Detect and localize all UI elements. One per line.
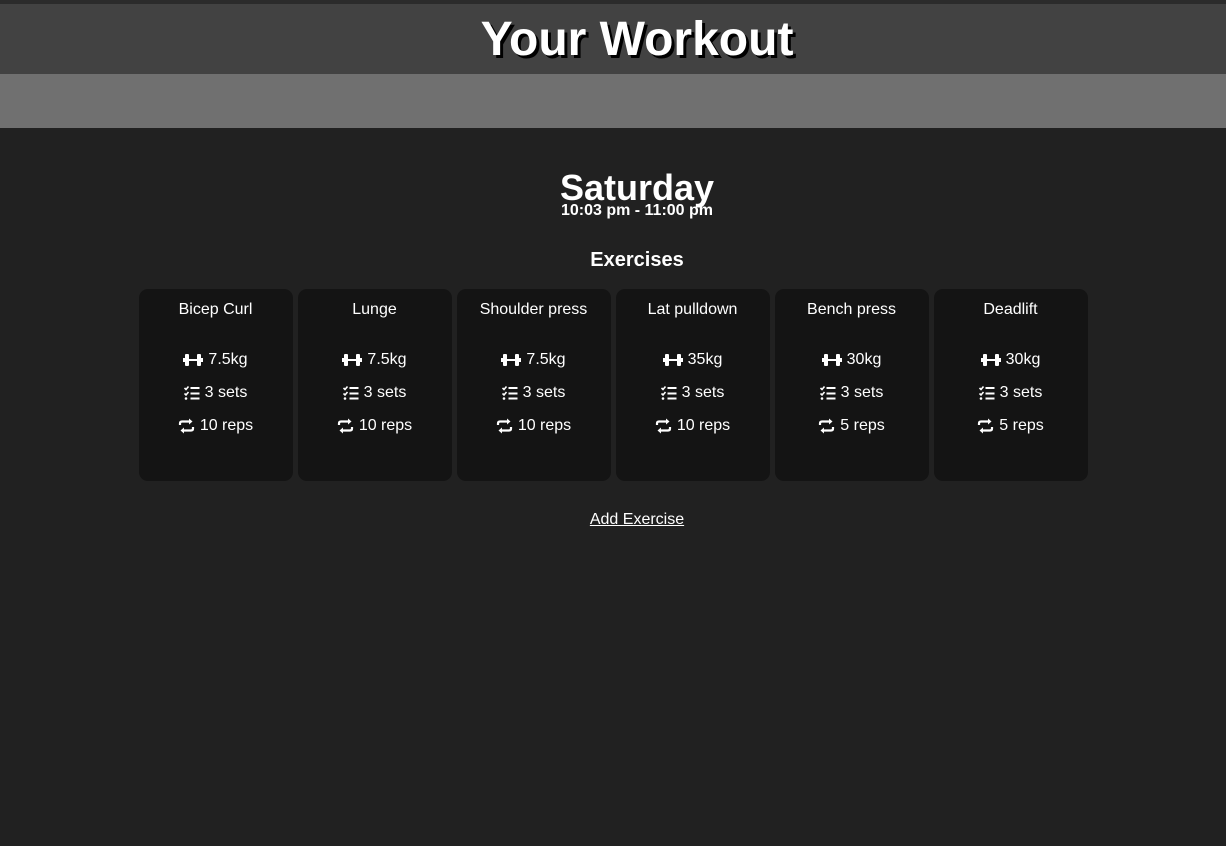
- exercise-reps: 5 reps: [934, 416, 1088, 449]
- main-content: Saturday 10:03 pm - 11:00 pm Exercises B…: [24, 166, 1226, 529]
- list-check-icon: [660, 383, 677, 401]
- repeat-icon: [977, 416, 994, 434]
- exercise-sets: 3 sets: [457, 383, 611, 416]
- exercise-weight: 7.5kg: [457, 350, 611, 383]
- exercise-sets: 3 sets: [775, 383, 929, 416]
- repeat-icon: [496, 416, 513, 434]
- weight-value: 7.5kg: [526, 351, 566, 368]
- exercise-name: Shoulder press: [479, 301, 588, 318]
- exercise-card[interactable]: Deadlift 30kg 3 sets 5 reps: [933, 289, 1088, 481]
- exercise-weight: 7.5kg: [139, 350, 293, 383]
- add-exercise-link[interactable]: Add Exercise: [590, 511, 684, 529]
- exercise-card[interactable]: Lunge 7.5kg 3 sets 10 reps: [297, 289, 452, 481]
- list-check-icon: [819, 383, 836, 401]
- reps-value: 10 reps: [676, 417, 731, 434]
- exercise-sets: 3 sets: [616, 383, 770, 416]
- exercise-name: Deadlift: [983, 301, 1038, 318]
- exercise-sets: 3 sets: [139, 383, 293, 416]
- repeat-icon: [178, 416, 195, 434]
- dumbbell-icon: [980, 350, 1001, 368]
- exercise-reps: 10 reps: [139, 416, 293, 449]
- sets-value: 3 sets: [522, 384, 566, 401]
- exercise-reps: 10 reps: [616, 416, 770, 449]
- list-check-icon: [501, 383, 518, 401]
- exercise-weight: 30kg: [775, 350, 929, 383]
- weight-value: 7.5kg: [208, 351, 248, 368]
- repeat-icon: [337, 416, 354, 434]
- repeat-icon: [655, 416, 672, 434]
- exercise-reps: 10 reps: [457, 416, 611, 449]
- sets-value: 3 sets: [999, 384, 1043, 401]
- page-title: Your Workout: [480, 12, 794, 66]
- weight-value: 7.5kg: [367, 351, 407, 368]
- exercise-card[interactable]: Shoulder press 7.5kg 3 sets 10 reps: [456, 289, 611, 481]
- exercise-reps: 10 reps: [298, 416, 452, 449]
- weight-value: 35kg: [687, 351, 723, 368]
- sets-value: 3 sets: [681, 384, 725, 401]
- exercise-name: Bench press: [807, 301, 896, 318]
- reps-value: 10 reps: [358, 417, 413, 434]
- reps-value: 5 reps: [840, 417, 885, 434]
- exercise-weight: 30kg: [934, 350, 1088, 383]
- sets-value: 3 sets: [204, 384, 248, 401]
- reps-value: 10 reps: [199, 417, 254, 434]
- dumbbell-icon: [342, 350, 363, 368]
- exercise-name: Lunge: [352, 301, 397, 318]
- list-check-icon: [183, 383, 200, 401]
- repeat-icon: [818, 416, 835, 434]
- exercise-weight: 7.5kg: [298, 350, 452, 383]
- sets-value: 3 sets: [363, 384, 407, 401]
- exercise-card[interactable]: Bicep Curl 7.5kg 3 sets 10 reps: [138, 289, 293, 481]
- workout-time: 10:03 pm - 11:00 pm: [560, 202, 714, 219]
- exercise-list: Bicep Curl 7.5kg 3 sets 10 reps Lunge 7.…: [0, 289, 1226, 481]
- sets-value: 3 sets: [840, 384, 884, 401]
- header: Your Workout: [0, 4, 1226, 74]
- exercise-reps: 5 reps: [775, 416, 929, 449]
- exercise-name: Bicep Curl: [178, 301, 253, 318]
- dumbbell-icon: [183, 350, 204, 368]
- exercise-sets: 3 sets: [298, 383, 452, 416]
- list-check-icon: [342, 383, 359, 401]
- exercise-sets: 3 sets: [934, 383, 1088, 416]
- sub-bar: [0, 74, 1226, 128]
- exercise-card[interactable]: Bench press 30kg 3 sets 5 reps: [774, 289, 929, 481]
- list-check-icon: [978, 383, 995, 401]
- dumbbell-icon: [662, 350, 683, 368]
- exercise-card[interactable]: Lat pulldown 35kg 3 sets 10 reps: [615, 289, 770, 481]
- weight-value: 30kg: [846, 351, 882, 368]
- weight-value: 30kg: [1005, 351, 1041, 368]
- reps-value: 10 reps: [517, 417, 572, 434]
- reps-value: 5 reps: [999, 417, 1044, 434]
- dumbbell-icon: [821, 350, 842, 368]
- exercises-heading: Exercises: [590, 249, 684, 271]
- exercise-name: Lat pulldown: [647, 301, 738, 318]
- exercise-weight: 35kg: [616, 350, 770, 383]
- dumbbell-icon: [501, 350, 522, 368]
